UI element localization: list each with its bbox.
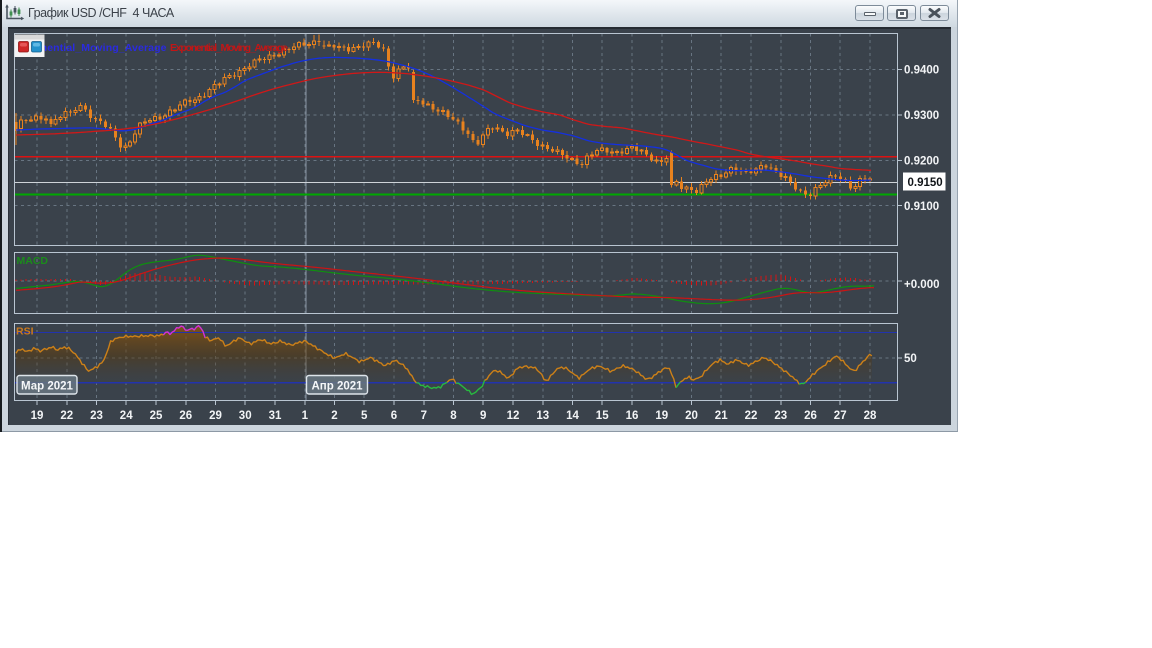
svg-text:7: 7 — [421, 410, 427, 422]
svg-text:25: 25 — [150, 410, 163, 422]
svg-text:19: 19 — [655, 410, 668, 422]
svg-text:0.9400: 0.9400 — [904, 65, 939, 77]
svg-text:5: 5 — [361, 410, 368, 422]
svg-text:12: 12 — [507, 410, 520, 422]
svg-text:Апр 2021: Апр 2021 — [311, 381, 363, 393]
svg-text:MACD: MACD — [17, 255, 49, 267]
svg-text:RSI: RSI — [16, 326, 34, 338]
svg-text:22: 22 — [745, 410, 758, 422]
svg-text:26: 26 — [804, 410, 817, 422]
svg-text:Мар 2021: Мар 2021 — [21, 381, 74, 393]
svg-text:15: 15 — [596, 410, 609, 422]
svg-text:22: 22 — [60, 410, 73, 422]
svg-text:14: 14 — [566, 410, 579, 422]
svg-text:0.9200: 0.9200 — [904, 156, 939, 168]
svg-text:19: 19 — [31, 410, 44, 422]
svg-text:13: 13 — [536, 410, 549, 422]
svg-text:30: 30 — [239, 410, 252, 422]
svg-text:23: 23 — [774, 410, 787, 422]
svg-text:Exponential_Moving_Average: Exponential_Moving_Average — [170, 42, 288, 54]
svg-text:1: 1 — [302, 410, 309, 422]
svg-text:+0.000: +0.000 — [904, 279, 940, 291]
svg-text:27: 27 — [834, 410, 847, 422]
svg-text:28: 28 — [864, 410, 877, 422]
svg-text:21: 21 — [715, 410, 728, 422]
svg-text:0.9150: 0.9150 — [908, 177, 943, 189]
svg-text:26: 26 — [179, 410, 192, 422]
svg-text:9: 9 — [480, 410, 486, 422]
svg-text:31: 31 — [269, 410, 282, 422]
svg-text:24: 24 — [120, 410, 133, 422]
svg-text:50: 50 — [904, 353, 917, 365]
svg-text:23: 23 — [90, 410, 103, 422]
svg-text:20: 20 — [685, 410, 698, 422]
svg-text:29: 29 — [209, 410, 222, 422]
svg-text:8: 8 — [450, 410, 457, 422]
svg-text:16: 16 — [626, 410, 639, 422]
svg-text:6: 6 — [391, 410, 397, 422]
svg-text:2: 2 — [331, 410, 337, 422]
svg-text:0.9100: 0.9100 — [904, 201, 939, 213]
svg-text:0.9300: 0.9300 — [904, 110, 939, 122]
